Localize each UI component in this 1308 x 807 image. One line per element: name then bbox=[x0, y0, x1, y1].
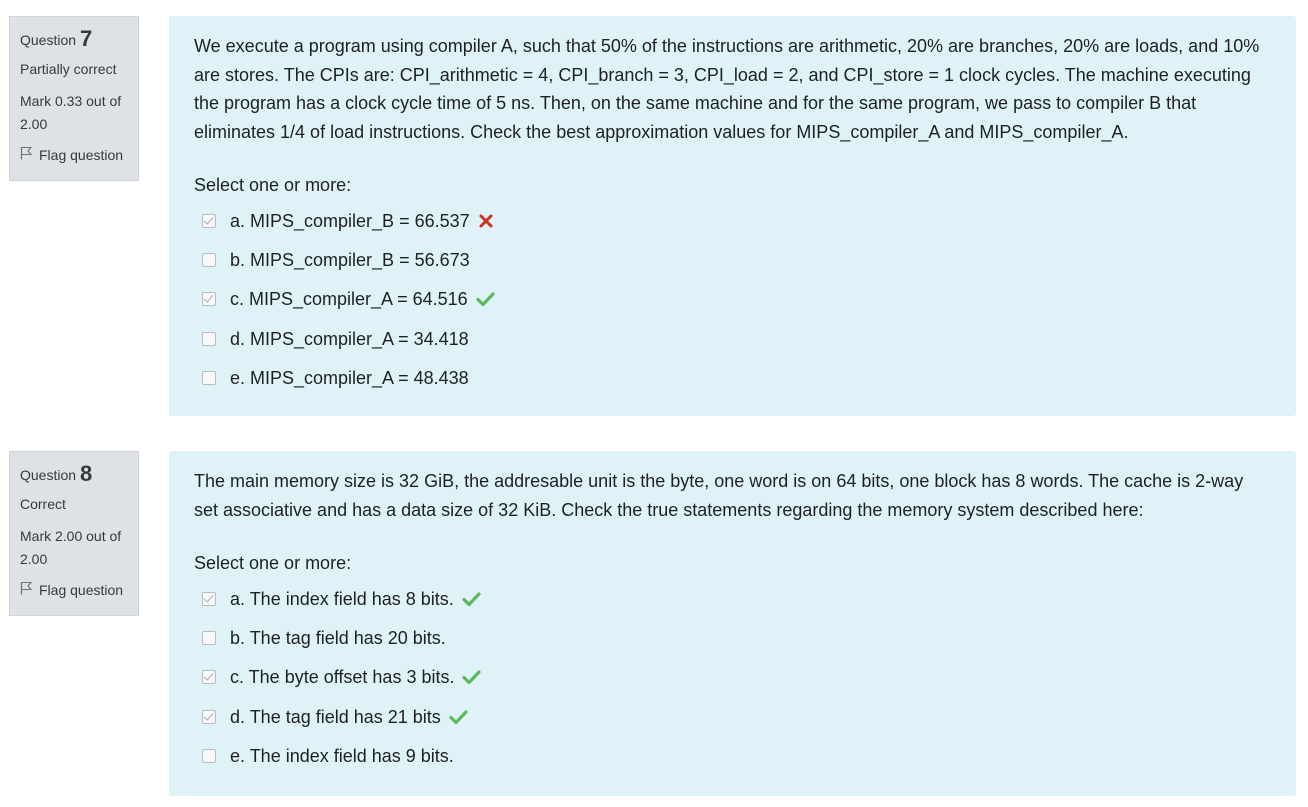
answer-label: c. The byte offset has 3 bits. bbox=[230, 667, 455, 688]
question-label: Question bbox=[20, 467, 77, 483]
flag-question-button[interactable]: Flag question bbox=[20, 146, 128, 164]
flag-question-button[interactable]: Flag question bbox=[20, 581, 128, 599]
answer-checkbox[interactable] bbox=[202, 213, 216, 228]
question-label: Question bbox=[20, 32, 77, 48]
answer-label: b. The tag field has 20 bits. bbox=[230, 627, 446, 648]
answer-checkbox[interactable] bbox=[202, 591, 216, 606]
answer-label: e. The index field has 9 bits. bbox=[230, 745, 454, 766]
question-state: Correct bbox=[20, 496, 66, 512]
answer-option-e[interactable]: e. The index field has 9 bits. bbox=[194, 736, 1271, 775]
question-state: Partially correct bbox=[20, 61, 117, 77]
answer-option-e[interactable]: e. MIPS_compiler_A = 48.438 bbox=[194, 358, 1271, 397]
answer-list: a. MIPS_compiler_B = 66.537 b. MIPS_comp… bbox=[194, 201, 1271, 397]
answer-list: a. The index field has 8 bits. b. The ta… bbox=[194, 579, 1271, 775]
cross-icon bbox=[478, 213, 494, 229]
answer-option-d[interactable]: d. The tag field has 21 bits bbox=[194, 697, 1271, 736]
question-info: Question 8 Correct Mark 2.00 out of 2.00 … bbox=[9, 451, 139, 616]
answer-checkbox[interactable] bbox=[202, 630, 216, 645]
answer-checkbox[interactable] bbox=[202, 709, 216, 724]
flag-question-label: Flag question bbox=[39, 147, 124, 163]
answer-label: d. MIPS_compiler_A = 34.418 bbox=[230, 328, 469, 349]
answer-option-b[interactable]: b. The tag field has 20 bits. bbox=[194, 618, 1271, 657]
answer-checkbox[interactable] bbox=[202, 748, 216, 763]
flag-icon bbox=[20, 581, 39, 599]
answer-option-b[interactable]: b. MIPS_compiler_B = 56.673 bbox=[194, 240, 1271, 279]
answer-label: a. The index field has 8 bits. bbox=[230, 588, 454, 609]
question-content: We execute a program using compiler A, s… bbox=[169, 16, 1296, 416]
flag-question-label: Flag question bbox=[39, 582, 124, 598]
answer-label: d. The tag field has 21 bits bbox=[230, 706, 441, 727]
question-content: The main memory size is 32 GiB, the addr… bbox=[169, 451, 1296, 796]
answer-option-a[interactable]: a. MIPS_compiler_B = 66.537 bbox=[194, 201, 1271, 240]
answer-label: c. MIPS_compiler_A = 64.516 bbox=[230, 289, 468, 310]
answer-label: a. MIPS_compiler_B = 66.537 bbox=[230, 210, 470, 231]
answer-checkbox[interactable] bbox=[202, 331, 216, 346]
answer-option-a[interactable]: a. The index field has 8 bits. bbox=[194, 579, 1271, 618]
answer-label: b. MIPS_compiler_B = 56.673 bbox=[230, 249, 470, 270]
flag-icon bbox=[20, 146, 39, 164]
answer-label: e. MIPS_compiler_A = 48.438 bbox=[230, 367, 469, 388]
answer-option-d[interactable]: d. MIPS_compiler_A = 34.418 bbox=[194, 319, 1271, 358]
answer-option-c[interactable]: c. MIPS_compiler_A = 64.516 bbox=[194, 280, 1271, 319]
question-number: 7 bbox=[80, 26, 93, 51]
check-icon bbox=[449, 709, 468, 725]
check-icon bbox=[462, 669, 482, 685]
question-number: 8 bbox=[80, 461, 93, 486]
answer-checkbox[interactable] bbox=[202, 670, 216, 685]
answer-option-c[interactable]: c. The byte offset has 3 bits. bbox=[194, 658, 1271, 697]
question-number-line: Question 7 bbox=[20, 25, 128, 54]
answer-checkbox[interactable] bbox=[202, 370, 216, 385]
answer-prompt: Select one or more: bbox=[194, 175, 352, 195]
question-text: We execute a program using compiler A, s… bbox=[194, 36, 1260, 142]
question-number-line: Question 8 bbox=[20, 460, 128, 489]
answer-checkbox[interactable] bbox=[202, 252, 216, 267]
question-info: Question 7 Partially correct Mark 0.33 ou… bbox=[9, 16, 139, 181]
answer-prompt: Select one or more: bbox=[194, 553, 352, 573]
question-text: The main memory size is 32 GiB, the addr… bbox=[194, 471, 1244, 520]
check-icon bbox=[476, 291, 495, 307]
answer-checkbox[interactable] bbox=[202, 292, 216, 307]
question-grade: Mark 0.33 out of 2.00 bbox=[20, 93, 122, 132]
question-grade: Mark 2.00 out of 2.00 bbox=[20, 528, 122, 567]
check-icon bbox=[462, 591, 481, 607]
